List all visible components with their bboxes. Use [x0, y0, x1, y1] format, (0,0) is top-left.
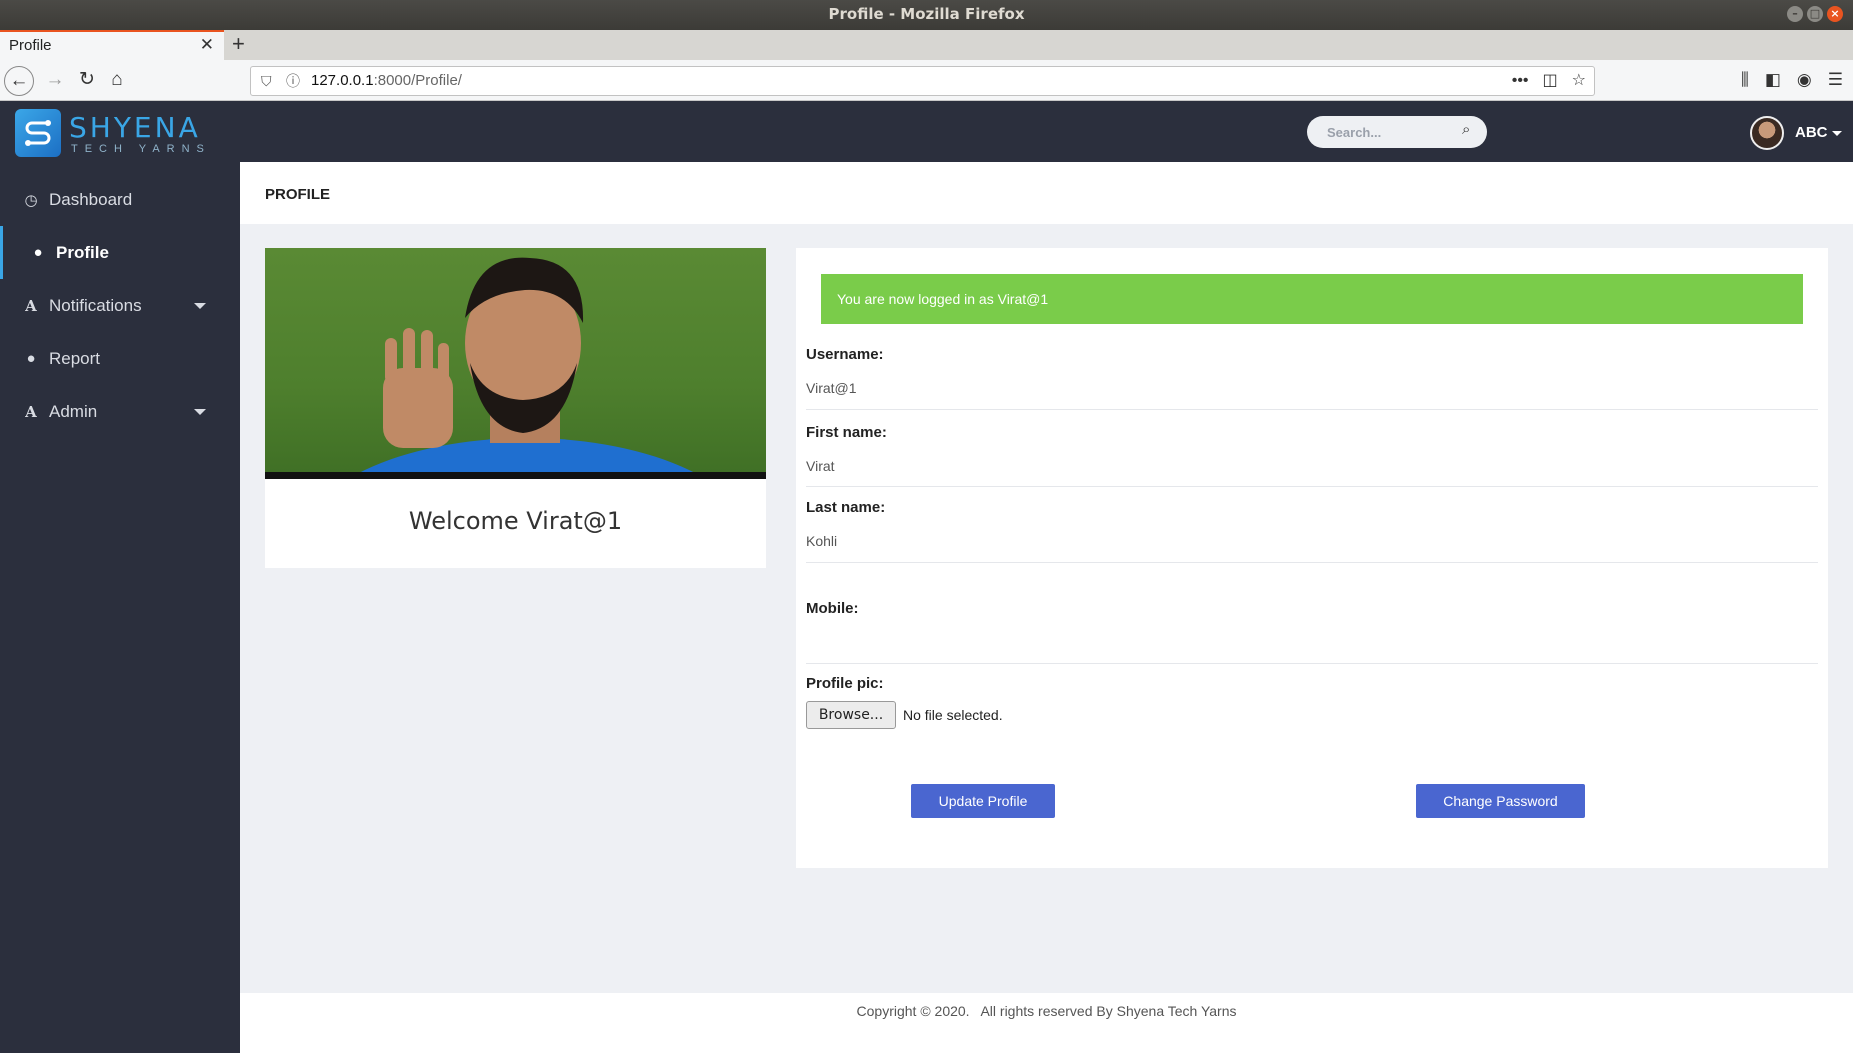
sidebar-toggle-icon[interactable]: ◧ — [1765, 66, 1781, 94]
username-label: Username: — [806, 346, 884, 363]
sidebar-menu: ◷ Dashboard ● Profile A Notifications ● … — [0, 173, 240, 438]
info-icon[interactable]: ⓘ — [286, 67, 300, 95]
page-title: PROFILE — [265, 186, 331, 203]
url-actions: ••• ◫ ☆ — [1512, 67, 1586, 95]
font-icon: A — [25, 402, 37, 421]
font-icon: A — [25, 296, 37, 315]
sidebar-item-label: Dashboard — [49, 189, 133, 209]
close-window-icon[interactable]: × — [1827, 6, 1843, 22]
reload-icon[interactable]: ↻ — [72, 66, 102, 96]
home-icon[interactable]: ⌂ — [102, 66, 132, 96]
user-icon: ● — [33, 244, 43, 261]
app-topbar — [240, 101, 1853, 162]
sidebar-item-notifications[interactable]: A Notifications — [0, 279, 240, 332]
url-bar[interactable]: ⛉ ⓘ 127.0.0.1:8000/Profile/ ••• ◫ ☆ — [250, 66, 1595, 96]
window-title: Profile - Mozilla Firefox — [828, 5, 1025, 23]
last-name-field: Last name: Kohli — [806, 499, 1818, 563]
profile-form-card: You are now logged in as Virat@1 Usernam… — [796, 248, 1828, 868]
last-name-value: Kohli — [806, 533, 838, 549]
bookmark-star-icon[interactable]: ☆ — [1572, 67, 1586, 95]
brand-tagline: TECH YARNS — [71, 143, 211, 155]
sidebar-item-profile[interactable]: ● Profile — [0, 226, 240, 279]
browser-tab[interactable]: Profile ✕ — [0, 30, 224, 60]
sidebar-item-label: Report — [49, 348, 101, 368]
account-icon[interactable]: ◉ — [1797, 66, 1812, 94]
sidebar-item-dashboard[interactable]: ◷ Dashboard — [0, 173, 240, 226]
username-field: Username: Virat@1 — [806, 346, 1818, 410]
photo-caption-strip — [265, 472, 766, 479]
forward-icon[interactable]: → — [40, 66, 70, 96]
browser-navbar: ← → ↻ ⌂ ⛉ ⓘ 127.0.0.1:8000/Profile/ ••• … — [0, 60, 1853, 101]
change-password-button[interactable]: Change Password — [1416, 784, 1585, 818]
sidebar-item-label: Admin — [49, 401, 98, 421]
shield-icon[interactable]: ⛉ — [261, 67, 272, 95]
search-input[interactable] — [1307, 116, 1487, 148]
menu-icon[interactable]: ☰ — [1828, 66, 1843, 94]
first-name-value: Virat — [806, 458, 835, 474]
library-icon[interactable]: ⫼ — [1741, 66, 1749, 94]
welcome-text: Welcome Virat@1 — [408, 507, 623, 535]
window-controls: – □ × — [1787, 6, 1843, 22]
page-header: PROFILE — [240, 162, 1853, 224]
profile-photo — [265, 248, 766, 479]
page-actions-icon[interactable]: ••• — [1512, 67, 1529, 95]
last-name-label: Last name: — [806, 499, 886, 516]
profile-card: Welcome Virat@1 — [265, 248, 766, 568]
url-host: 127.0.0.1 — [311, 72, 374, 89]
chevron-down-icon — [194, 303, 206, 309]
back-icon[interactable]: ← — [4, 66, 34, 96]
url-path: :8000/Profile/ — [373, 72, 462, 89]
toolbar-icons: ⫼ ◧ ◉ ☰ — [1741, 66, 1843, 94]
login-success-alert: You are now logged in as Virat@1 — [821, 274, 1803, 324]
user-menu-label[interactable]: ABC — [1795, 124, 1828, 141]
first-name-field: First name: Virat — [806, 422, 1818, 487]
chevron-down-icon — [194, 409, 206, 415]
close-tab-icon[interactable]: ✕ — [200, 35, 214, 55]
minimize-icon[interactable]: – — [1787, 6, 1803, 22]
maximize-icon[interactable]: □ — [1807, 6, 1823, 22]
tab-strip: Profile ✕ + — [0, 30, 1853, 60]
no-file-text: No file selected. — [903, 707, 1003, 723]
username-value: Virat@1 — [806, 380, 857, 396]
window-titlebar: Profile - Mozilla Firefox – □ × — [0, 0, 1853, 30]
first-name-label: First name: — [806, 424, 887, 441]
mobile-label: Mobile: — [806, 600, 859, 617]
brand-name: SHYENA — [69, 111, 201, 144]
new-tab-icon[interactable]: + — [232, 30, 245, 58]
avatar[interactable] — [1750, 116, 1784, 150]
sidebar-item-label: Profile — [56, 242, 109, 262]
pocket-icon[interactable]: ◫ — [1543, 67, 1558, 95]
mobile-field: Mobile: — [806, 600, 1818, 664]
footer: Copyright © 2020. All rights reserved By… — [240, 993, 1853, 1053]
profile-pic-label: Profile pic: — [806, 675, 884, 692]
sidebar-item-admin[interactable]: A Admin — [0, 385, 240, 438]
sidebar: SHYENA TECH YARNS ◷ Dashboard ● Profile … — [0, 101, 240, 1053]
search-icon[interactable]: ⌕ — [1462, 121, 1470, 138]
browse-file-button[interactable]: Browse... — [806, 701, 896, 729]
url-text[interactable]: 127.0.0.1:8000/Profile/ — [311, 67, 462, 95]
brand-logo[interactable]: SHYENA TECH YARNS — [15, 109, 215, 159]
sidebar-item-label: Notifications — [49, 295, 142, 315]
sidebar-item-report[interactable]: ● Report — [0, 332, 240, 385]
tab-title: Profile — [9, 37, 52, 54]
update-profile-button[interactable]: Update Profile — [911, 784, 1055, 818]
user-icon: ● — [26, 350, 36, 367]
chevron-down-icon[interactable] — [1832, 131, 1842, 136]
clock-icon: ◷ — [24, 191, 38, 209]
logo-mark-icon — [15, 109, 61, 157]
copyright-text: Copyright © 2020. All rights reserved By… — [856, 1003, 1237, 1019]
